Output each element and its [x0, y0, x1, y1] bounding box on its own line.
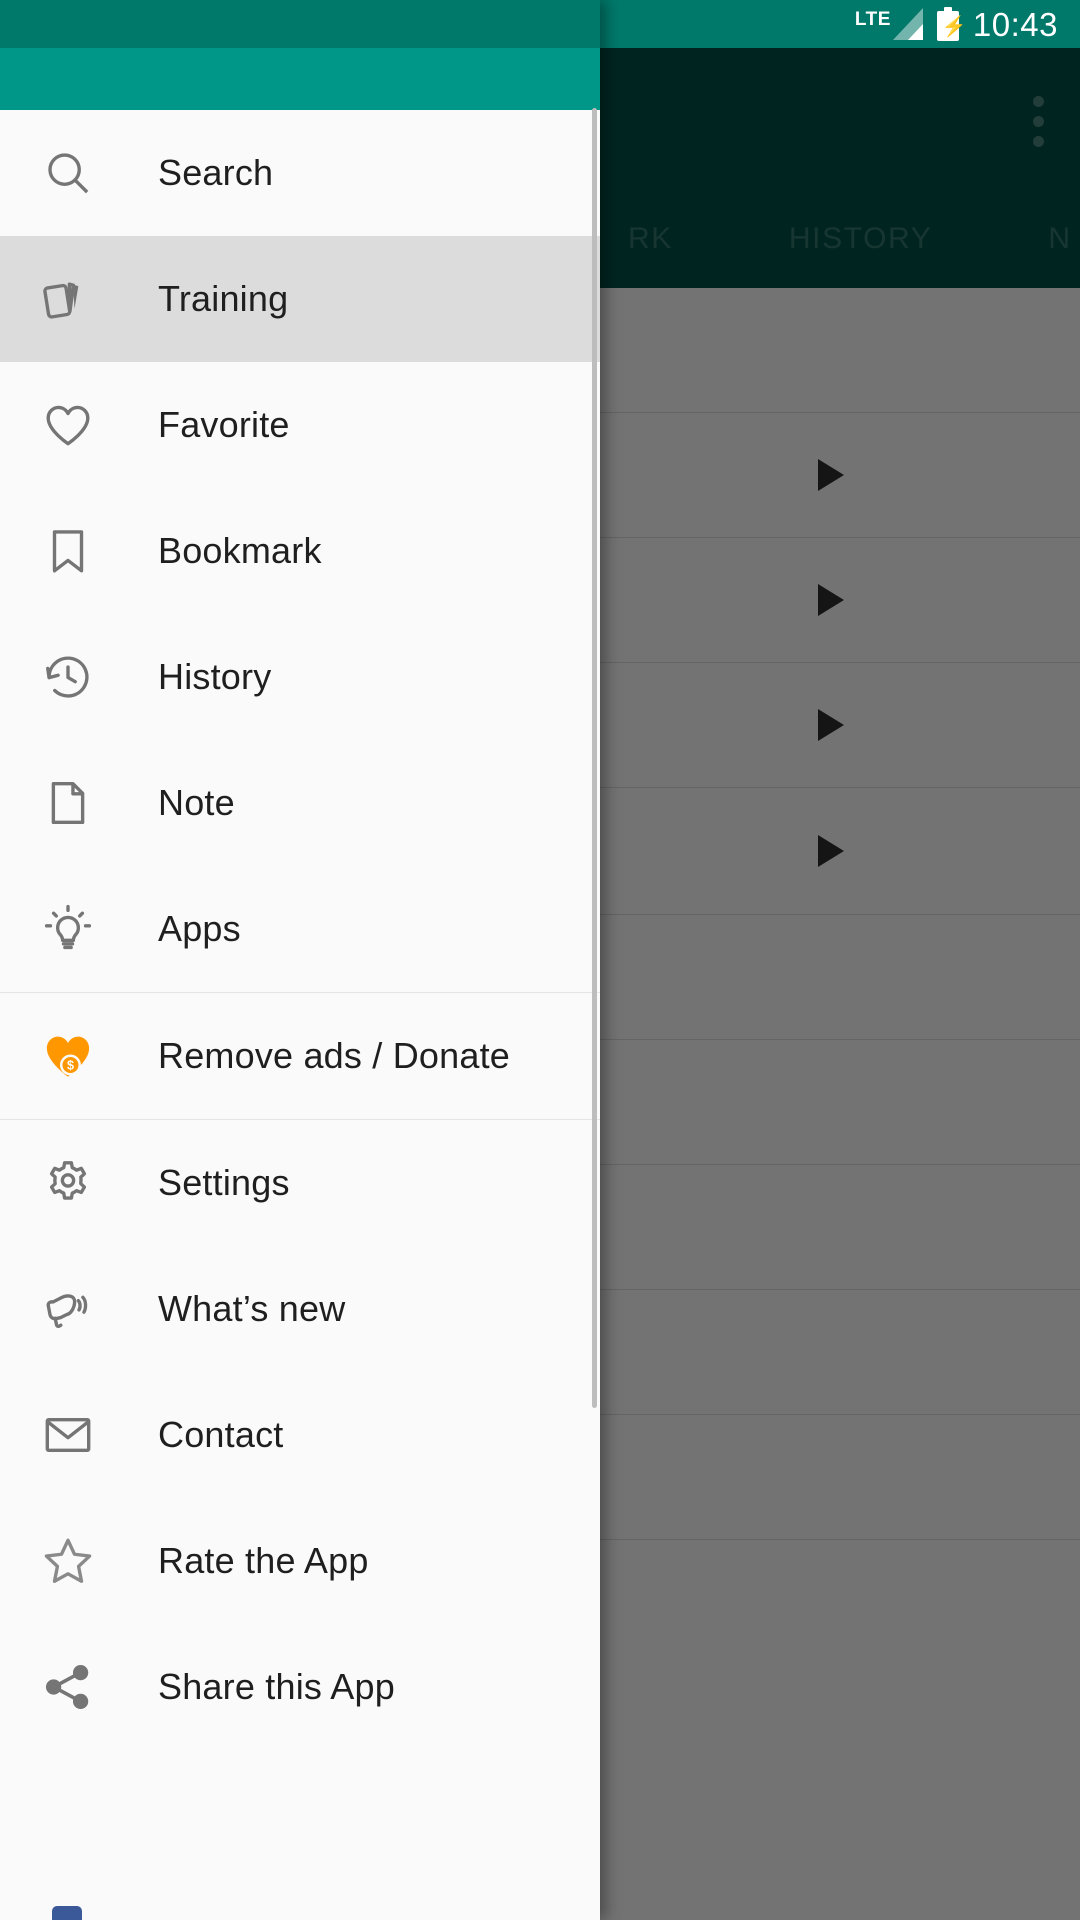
signal-triangle — [892, 8, 923, 40]
sidebar-item-label: Search — [158, 152, 274, 193]
sidebar-item-label: Contact — [158, 1414, 284, 1455]
network-type-label: LTE — [854, 9, 891, 30]
play-icon[interactable] — [818, 835, 844, 867]
sidebar-item-label: Bookmark — [158, 530, 322, 571]
tab-history[interactable]: HISTORY — [731, 222, 990, 256]
sidebar-item-label: Note — [158, 782, 235, 823]
sidebar-item-share-this-app[interactable]: Share this App — [0, 1624, 600, 1750]
document-icon — [36, 771, 100, 835]
sidebar-item-note[interactable]: Note — [0, 740, 600, 866]
battery-cap — [943, 7, 952, 12]
overflow-dot — [1033, 136, 1044, 147]
tab-note-partial[interactable]: N — [990, 222, 1080, 256]
sidebar-item-training[interactable]: Training — [0, 236, 600, 362]
envelope-icon — [36, 1403, 100, 1467]
search-icon — [36, 141, 100, 205]
sidebar-item-favorite[interactable]: Favorite — [0, 362, 600, 488]
sidebar-item-settings[interactable]: Settings — [0, 1120, 600, 1246]
gear-icon — [36, 1151, 100, 1215]
drawer-scrollbar[interactable] — [592, 108, 597, 1408]
sidebar-item-apps[interactable]: Apps — [0, 866, 600, 992]
sidebar-item-label: History — [158, 656, 272, 697]
sidebar-item-whats-new[interactable]: What’s new — [0, 1246, 600, 1372]
navigation-drawer: Search Training Favorite Bookmark Histor… — [0, 0, 600, 1920]
cards-icon — [36, 267, 100, 331]
drawer-header-banner — [0, 48, 600, 110]
sidebar-item-bookmark[interactable]: Bookmark — [0, 488, 600, 614]
sidebar-item-label: Apps — [158, 908, 241, 949]
clock-label: 10:43 — [972, 5, 1058, 43]
sidebar-item-label: Training — [158, 278, 289, 319]
overflow-dot — [1033, 96, 1044, 107]
charging-bolt: ⚡ — [941, 16, 967, 38]
sidebar-item-remove-ads-donate[interactable]: $ Remove ads / Donate — [0, 993, 600, 1119]
battery-charging-icon: ⚡ — [936, 7, 967, 41]
play-icon[interactable] — [818, 709, 844, 741]
sidebar-item-label: What’s new — [158, 1288, 346, 1329]
play-icon[interactable] — [818, 459, 844, 491]
sidebar-item-label: Rate the App — [158, 1540, 369, 1581]
history-icon — [36, 645, 100, 709]
sidebar-item-search[interactable]: Search — [0, 110, 600, 236]
megaphone-icon — [36, 1277, 100, 1341]
heart-money-icon: $ — [36, 1024, 100, 1088]
drawer-menu-list: Search Training Favorite Bookmark Histor… — [0, 110, 600, 1750]
bookmark-icon — [36, 519, 100, 583]
sidebar-item-history[interactable]: History — [0, 614, 600, 740]
sidebar-item-label: Settings — [158, 1162, 290, 1203]
facebook-icon[interactable] — [52, 1906, 82, 1920]
star-icon — [36, 1529, 100, 1593]
overflow-dot — [1033, 116, 1044, 127]
heart-icon — [36, 393, 100, 457]
sidebar-item-contact[interactable]: Contact — [0, 1372, 600, 1498]
play-icon[interactable] — [818, 584, 844, 616]
sidebar-item-label: Share this App — [158, 1666, 395, 1707]
svg-text:$: $ — [67, 1059, 74, 1073]
sidebar-item-label: Favorite — [158, 404, 290, 445]
sidebar-item-rate-the-app[interactable]: Rate the App — [0, 1498, 600, 1624]
share-icon — [36, 1655, 100, 1719]
overflow-menu-icon[interactable] — [1033, 96, 1044, 147]
lightbulb-icon — [36, 897, 100, 961]
sidebar-item-label: Remove ads / Donate — [158, 1035, 510, 1076]
signal-bars-icon: LTE — [855, 8, 923, 40]
drawer-status-spacer — [0, 0, 600, 48]
